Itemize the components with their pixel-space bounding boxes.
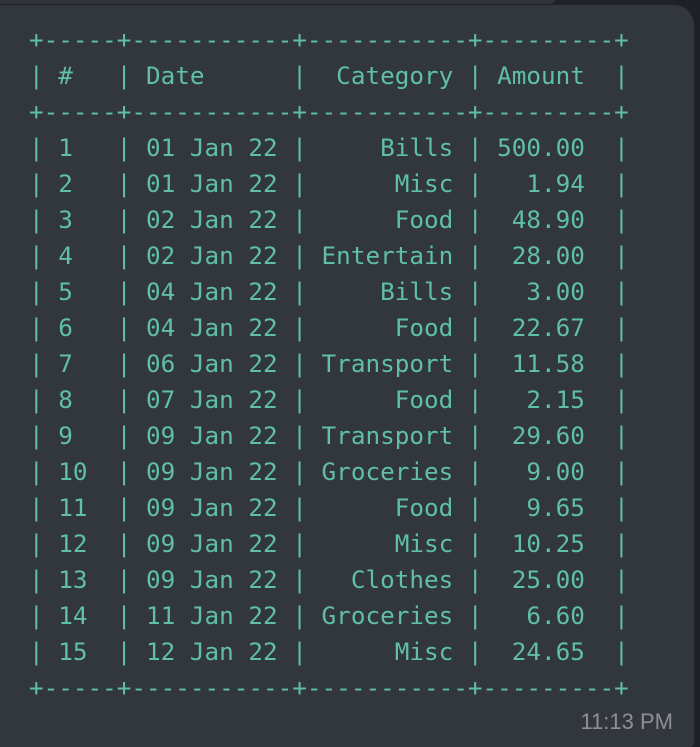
- previous-message-edge: [0, 0, 555, 4]
- table-row: | 11 | 09 Jan 22 | Food | 9.65 |: [29, 493, 629, 522]
- table-row: | 9 | 09 Jan 22 | Transport | 29.60 |: [29, 421, 629, 450]
- table-header-row: | # | Date | Category | Amount |: [29, 61, 629, 90]
- table-border-header: +-----+-----------+-----------+---------…: [29, 97, 629, 126]
- code-block[interactable]: +-----+-----------+-----------+---------…: [29, 22, 629, 706]
- table-row: | 3 | 02 Jan 22 | Food | 48.90 |: [29, 205, 629, 234]
- table-row: | 8 | 07 Jan 22 | Food | 2.15 |: [29, 385, 629, 414]
- table-border-bottom: +-----+-----------+-----------+---------…: [29, 673, 629, 702]
- message-timestamp: 11:13 PM: [580, 709, 673, 734]
- table-row: | 1 | 01 Jan 22 | Bills | 500.00 |: [29, 133, 629, 162]
- table-row: | 5 | 04 Jan 22 | Bills | 3.00 |: [29, 277, 629, 306]
- table-row: | 2 | 01 Jan 22 | Misc | 1.94 |: [29, 169, 629, 198]
- table-border-top: +-----+-----------+-----------+---------…: [29, 25, 629, 54]
- table-row: | 4 | 02 Jan 22 | Entertain | 28.00 |: [29, 241, 629, 270]
- table-row: | 12 | 09 Jan 22 | Misc | 10.25 |: [29, 529, 629, 558]
- table-row: | 7 | 06 Jan 22 | Transport | 11.58 |: [29, 349, 629, 378]
- table-row: | 13 | 09 Jan 22 | Clothes | 25.00 |: [29, 565, 629, 594]
- table-row: | 14 | 11 Jan 22 | Groceries | 6.60 |: [29, 601, 629, 630]
- table-row: | 6 | 04 Jan 22 | Food | 22.67 |: [29, 313, 629, 342]
- message-bubble[interactable]: +-----+-----------+-----------+---------…: [0, 5, 694, 747]
- table-row: | 15 | 12 Jan 22 | Misc | 24.65 |: [29, 637, 629, 666]
- table-row: | 10 | 09 Jan 22 | Groceries | 9.00 |: [29, 457, 629, 486]
